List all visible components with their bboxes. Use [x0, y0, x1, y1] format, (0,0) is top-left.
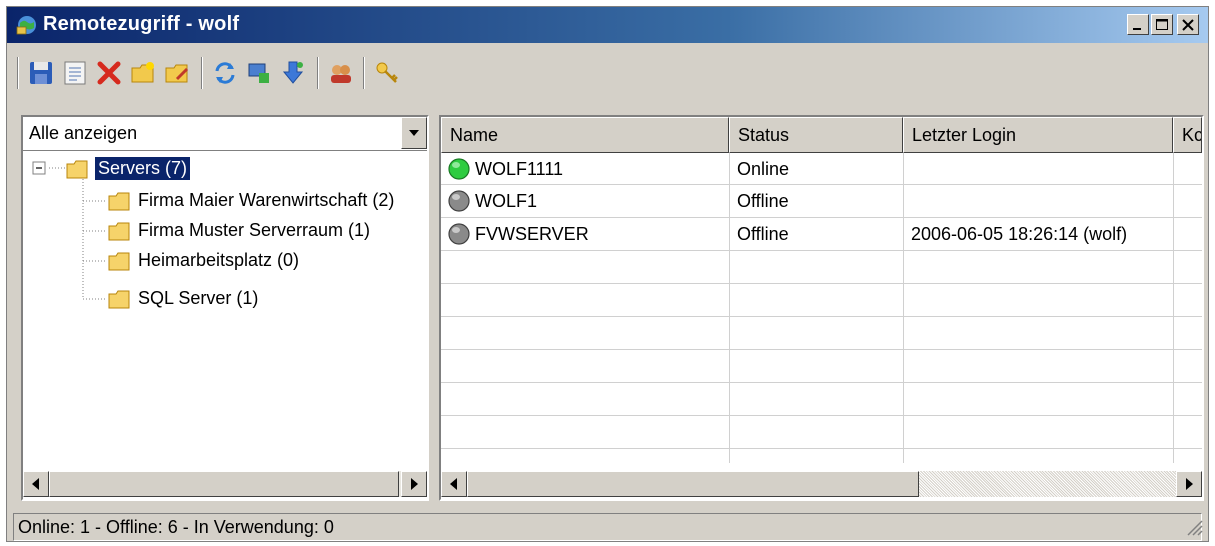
tree-item-label: Heimarbeitsplatz (0)	[138, 250, 300, 270]
tree-item-servers[interactable]: Servers (7)	[23, 155, 423, 183]
close-button[interactable]	[1177, 14, 1199, 35]
server-name: WOLF1	[475, 191, 538, 211]
grid-line	[441, 316, 1202, 317]
properties-icon[interactable]	[61, 59, 89, 87]
column-header-truncated[interactable]: Kc	[1173, 117, 1202, 153]
resize-grip-icon[interactable]	[1184, 517, 1204, 537]
scroll-left-button[interactable]	[23, 471, 49, 497]
tree-item-label: Servers (7)	[95, 157, 191, 180]
folder-icon	[108, 192, 130, 211]
scroll-thumb[interactable]	[467, 471, 919, 497]
list-horizontal-scrollbar[interactable]	[441, 471, 1202, 497]
offline-status-icon	[448, 190, 470, 212]
refresh-icon[interactable]	[211, 59, 239, 87]
arrow-right-icon	[1186, 478, 1193, 490]
window-title: Remotezugriff - wolf	[43, 13, 240, 35]
tree-item-firma-muster[interactable]: Firma Muster Serverraum (1)	[23, 217, 423, 245]
import-icon[interactable]	[279, 59, 307, 87]
arrow-right-icon	[411, 478, 418, 490]
filter-dropdown[interactable]: Alle anzeigen	[23, 117, 427, 151]
tree-item-heimarbeitsplatz[interactable]: Heimarbeitsplatz (0)	[23, 247, 423, 275]
status-bar-text: Online: 1 - Offline: 6 - In Verwendung: …	[18, 517, 334, 537]
title-bar[interactable]: Remotezugriff - wolf	[7, 7, 1208, 43]
column-header-status[interactable]: Status	[729, 117, 903, 153]
offline-status-icon	[448, 223, 470, 245]
tree-item-label: SQL Server (1)	[138, 288, 259, 308]
arrow-left-icon	[450, 478, 457, 490]
edit-folder-icon[interactable]	[163, 59, 191, 87]
folder-icon	[108, 290, 130, 309]
grid-line	[441, 349, 1202, 350]
server-name: WOLF1111	[475, 159, 564, 179]
grid-line	[441, 415, 1202, 416]
tree-item-sql-server[interactable]: SQL Server (1)	[23, 285, 423, 313]
chevron-down-icon	[409, 130, 419, 136]
save-icon[interactable]	[27, 59, 55, 87]
main-window: Remotezugriff - wolf Alle anzeigen Serve…	[6, 6, 1209, 542]
users-icon[interactable]	[327, 59, 355, 87]
scroll-right-button[interactable]	[1176, 471, 1202, 497]
folder-icon	[108, 252, 130, 271]
keys-icon[interactable]	[373, 59, 401, 87]
new-folder-icon[interactable]	[129, 59, 157, 87]
scroll-left-button[interactable]	[441, 471, 467, 497]
minimize-button[interactable]	[1127, 14, 1149, 35]
tree-item-label: Firma Muster Serverraum (1)	[138, 220, 371, 240]
server-tree-pane: Alle anzeigen Servers (7) Firma Maier Wa…	[21, 115, 429, 501]
tree-horizontal-scrollbar[interactable]	[23, 471, 427, 497]
dropdown-button[interactable]	[401, 117, 427, 149]
delete-icon[interactable]	[95, 59, 123, 87]
list-header: Name Status Letzter Login Kc	[441, 117, 1202, 153]
server-list-pane: Name Status Letzter Login Kc WOLF1111 On…	[439, 115, 1204, 501]
folder-icon	[108, 222, 130, 241]
grid-line	[441, 448, 1202, 449]
column-header-name[interactable]: Name	[441, 117, 729, 153]
server-name: FVWSERVER	[475, 224, 589, 244]
column-header-last-login[interactable]: Letzter Login	[903, 117, 1173, 153]
toolbar-separator	[201, 57, 203, 89]
grid-line	[441, 283, 1202, 284]
connect-icon[interactable]	[245, 59, 273, 87]
arrow-left-icon	[32, 478, 39, 490]
maximize-icon	[1156, 19, 1168, 30]
table-row[interactable]: FVWSERVER Offline 2006-06-05 18:26:14 (w…	[441, 218, 1202, 250]
grid-line	[441, 250, 1202, 251]
grid-line	[441, 382, 1202, 383]
toolbar	[7, 45, 1208, 109]
table-row[interactable]: WOLF1111 Online	[441, 153, 1202, 184]
server-list: WOLF1111 Online WOLF1 Offline FVWSERVER …	[441, 153, 1202, 463]
filter-dropdown-value: Alle anzeigen	[29, 123, 138, 143]
server-status: Online	[737, 159, 790, 179]
remote-access-app-icon	[16, 16, 36, 35]
server-tree: Servers (7) Firma Maier Warenwirtschaft …	[23, 153, 427, 463]
minimize-icon	[1133, 28, 1141, 30]
server-last-login: 2006-06-05 18:26:14 (wolf)	[911, 224, 1128, 244]
toolbar-separator	[17, 57, 19, 89]
table-row[interactable]: WOLF1 Offline	[441, 185, 1202, 217]
online-status-icon	[448, 158, 470, 180]
server-status: Offline	[737, 224, 789, 244]
toolbar-separator	[317, 57, 319, 89]
maximize-button[interactable]	[1151, 14, 1173, 35]
tree-item-label: Firma Maier Warenwirtschaft (2)	[138, 190, 395, 210]
tree-item-firma-maier[interactable]: Firma Maier Warenwirtschaft (2)	[23, 187, 423, 215]
scroll-thumb[interactable]	[49, 471, 399, 497]
status-bar: Online: 1 - Offline: 6 - In Verwendung: …	[13, 513, 1202, 541]
folder-icon	[66, 160, 88, 179]
server-status: Offline	[737, 191, 789, 211]
scroll-right-button[interactable]	[401, 471, 427, 497]
toolbar-separator	[363, 57, 365, 89]
close-icon	[1182, 19, 1194, 31]
